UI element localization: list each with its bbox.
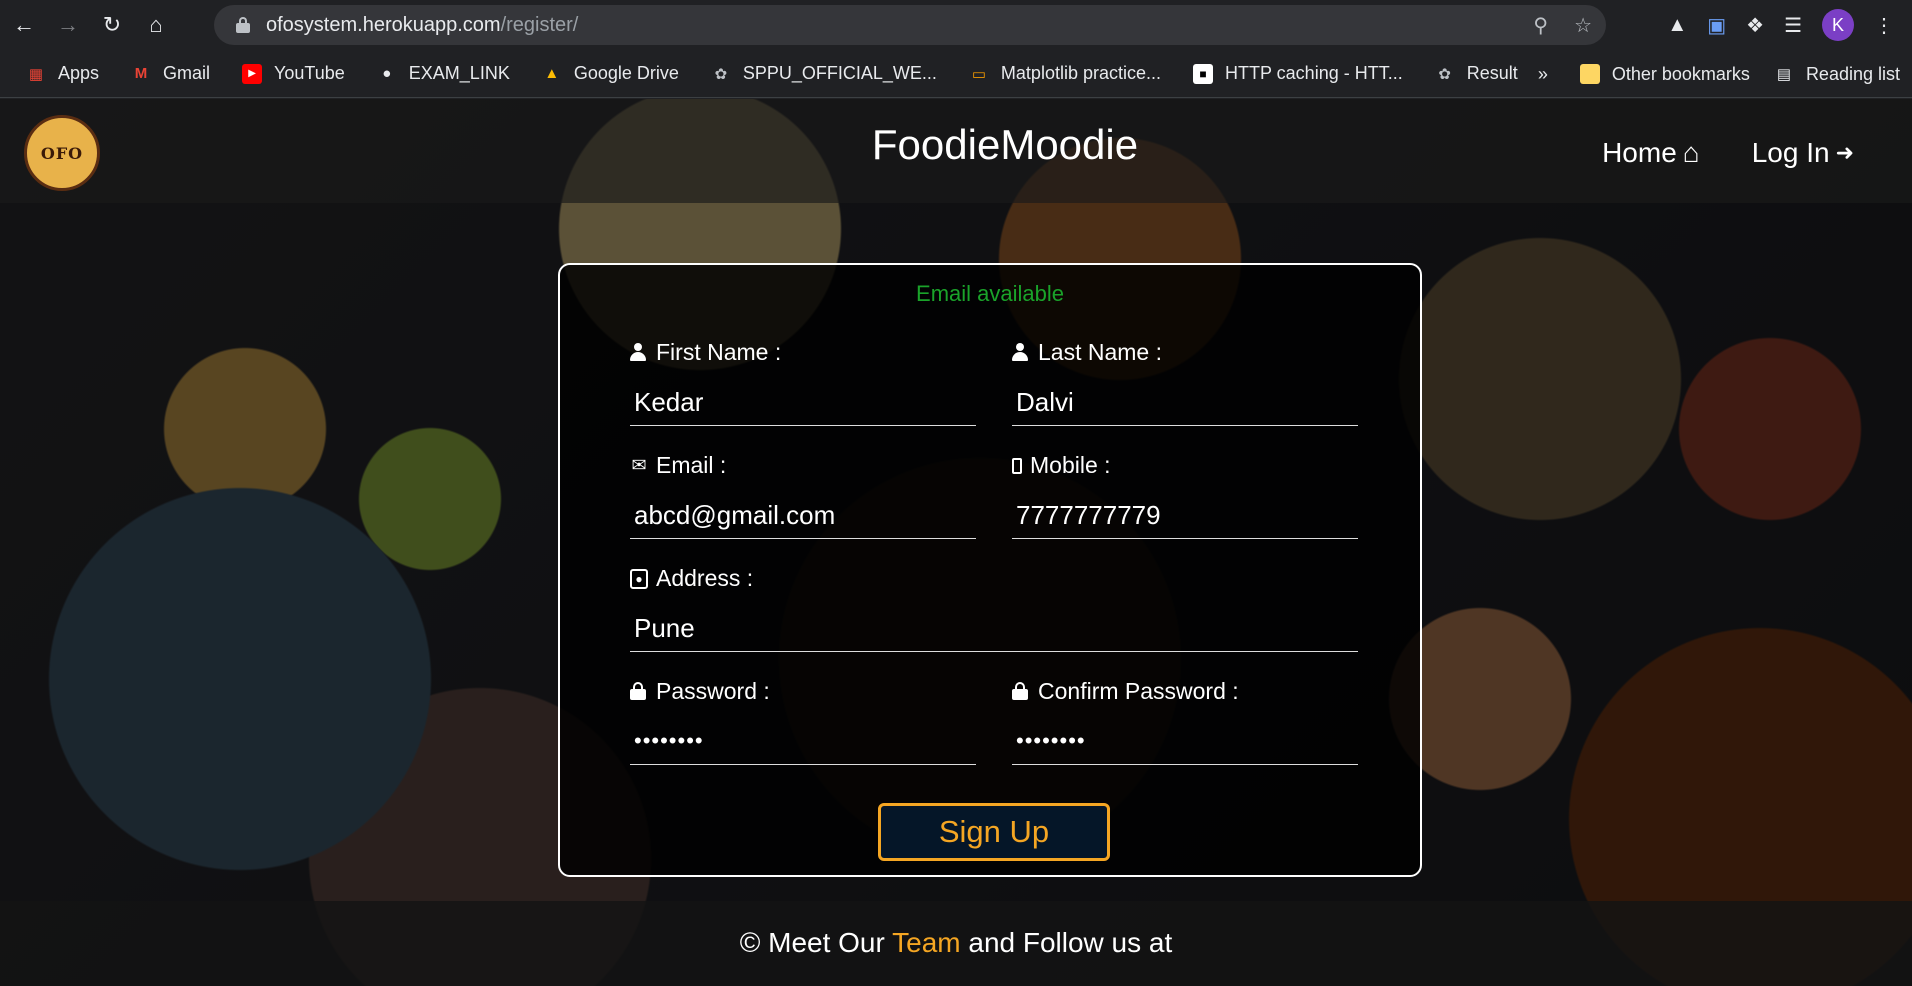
email-group: ✉ Email : abcd@gmail.com bbox=[630, 452, 976, 539]
forward-arrow-icon[interactable]: → bbox=[48, 5, 88, 45]
nav-login-link[interactable]: Log In ➜ bbox=[1752, 137, 1854, 169]
envelope-icon: ✉ bbox=[631, 455, 647, 475]
folder-icon bbox=[1579, 64, 1600, 84]
reload-icon[interactable]: ↻ bbox=[92, 5, 132, 45]
user-icon bbox=[1012, 342, 1030, 363]
profile-avatar[interactable]: K bbox=[1822, 9, 1854, 41]
apps-grid-icon: ▦ bbox=[28, 65, 44, 83]
key-icon[interactable]: ⚲ bbox=[1533, 13, 1548, 38]
bookmark-apps[interactable]: ▦ Apps bbox=[26, 63, 99, 84]
bookmark-matplotlib[interactable]: ▭ Matplotlib practice... bbox=[969, 63, 1161, 84]
star-icon[interactable]: ☆ bbox=[1574, 13, 1592, 38]
home-icon[interactable]: ⌂ bbox=[136, 5, 176, 45]
bookmarks-bar: ▦ Apps M Gmail ▶ YouTube ● EXAM_LINK ▲ Google… bbox=[0, 50, 1912, 98]
site-footer: © Meet Our Team and Follow us at bbox=[0, 901, 1912, 986]
mobile-icon bbox=[1012, 457, 1022, 474]
lock-icon bbox=[630, 681, 648, 702]
user-icon bbox=[630, 342, 648, 363]
first-name-input[interactable]: Kedar bbox=[630, 380, 976, 426]
bookmark-sppu[interactable]: ✿ SPPU_OFFICIAL_WE... bbox=[711, 63, 937, 84]
bookmark-google-drive[interactable]: ▲ Google Drive bbox=[542, 63, 678, 84]
url-text[interactable]: ofosystem.herokuapp.com/register/ bbox=[266, 14, 578, 37]
gmail-icon: M bbox=[134, 65, 148, 82]
bookmark-exam-link[interactable]: ● EXAM_LINK bbox=[377, 63, 510, 84]
back-arrow-icon[interactable]: ← bbox=[4, 5, 44, 45]
page-background: OFO FoodieMoodie Home ⌂ Log In ➜ Email ava… bbox=[0, 99, 1912, 986]
address-bar[interactable]: ofosystem.herokuapp.com/register/ ⚲ ☆ bbox=[214, 5, 1606, 45]
drive-icon: ▲ bbox=[544, 65, 560, 82]
register-form: Email available First Name : Kedar Last … bbox=[558, 263, 1422, 877]
youtube-icon: ▶ bbox=[242, 63, 263, 84]
more-bookmarks[interactable]: » bbox=[1538, 64, 1548, 85]
nav-home-link[interactable]: Home ⌂ bbox=[1602, 137, 1700, 169]
confirm-password-input[interactable]: •••••••• bbox=[1012, 719, 1358, 765]
matplotlib-icon: ▭ bbox=[971, 65, 987, 83]
lock-icon bbox=[1012, 681, 1030, 702]
media-queue-icon[interactable]: ☰ bbox=[1784, 13, 1802, 38]
bookmark-http-caching[interactable]: ■ HTTP caching - HTT... bbox=[1193, 63, 1403, 84]
email-input[interactable]: abcd@gmail.com bbox=[630, 493, 976, 539]
address-group: ● Address : Pune bbox=[630, 565, 1358, 652]
email-status-message: Email available bbox=[916, 281, 1064, 306]
first-name-group: First Name : Kedar bbox=[630, 339, 976, 426]
browser-toolbar: ← → ↻ ⌂ ofosystem.herokuapp.com/register… bbox=[0, 0, 1912, 50]
extension-triangle-icon[interactable]: ▲ bbox=[1667, 14, 1687, 37]
mobile-input[interactable]: 7777777779 bbox=[1012, 493, 1358, 539]
confirm-password-group: Confirm Password : •••••••• bbox=[1012, 678, 1358, 765]
address-input[interactable]: Pune bbox=[630, 606, 1358, 652]
last-name-input[interactable]: Dalvi bbox=[1012, 380, 1358, 426]
bookmark-result[interactable]: ✿ Result bbox=[1435, 63, 1517, 84]
bookmark-gmail[interactable]: M Gmail bbox=[131, 63, 210, 84]
top-nav: Home ⌂ Log In ➜ bbox=[1602, 137, 1854, 169]
mobile-group: Mobile : 7777777779 bbox=[1012, 452, 1358, 539]
bookmark-youtube[interactable]: ▶ YouTube bbox=[242, 63, 345, 84]
password-input[interactable]: •••••••• bbox=[630, 719, 976, 765]
other-bookmarks[interactable]: Other bookmarks bbox=[1579, 64, 1750, 85]
puzzle-icon[interactable]: ❖ bbox=[1746, 13, 1764, 38]
result-icon: ✿ bbox=[1438, 65, 1451, 83]
reading-list-icon: ▤ bbox=[1776, 66, 1792, 83]
sign-in-icon: ➜ bbox=[1835, 140, 1854, 165]
footer-text: © Meet Our Team and Follow us at bbox=[739, 927, 1173, 958]
site-header: OFO FoodieMoodie Home ⌂ Log In ➜ bbox=[0, 99, 1912, 203]
last-name-group: Last Name : Dalvi bbox=[1012, 339, 1358, 426]
mdn-icon: ■ bbox=[1193, 63, 1213, 84]
reading-list[interactable]: ▤ Reading list bbox=[1774, 64, 1900, 85]
house-icon: ⌂ bbox=[1682, 137, 1700, 168]
sign-up-button[interactable]: Sign Up bbox=[878, 803, 1110, 861]
extension-window-icon[interactable]: ▣ bbox=[1707, 13, 1726, 38]
address-book-icon: ● bbox=[630, 568, 648, 589]
globe-icon: ● bbox=[382, 65, 392, 82]
lock-icon bbox=[236, 17, 250, 33]
sppu-icon: ✿ bbox=[714, 65, 728, 83]
password-group: Password : •••••••• bbox=[630, 678, 976, 765]
team-link[interactable]: Team bbox=[892, 927, 960, 958]
menu-icon[interactable]: ⋮ bbox=[1874, 13, 1894, 38]
